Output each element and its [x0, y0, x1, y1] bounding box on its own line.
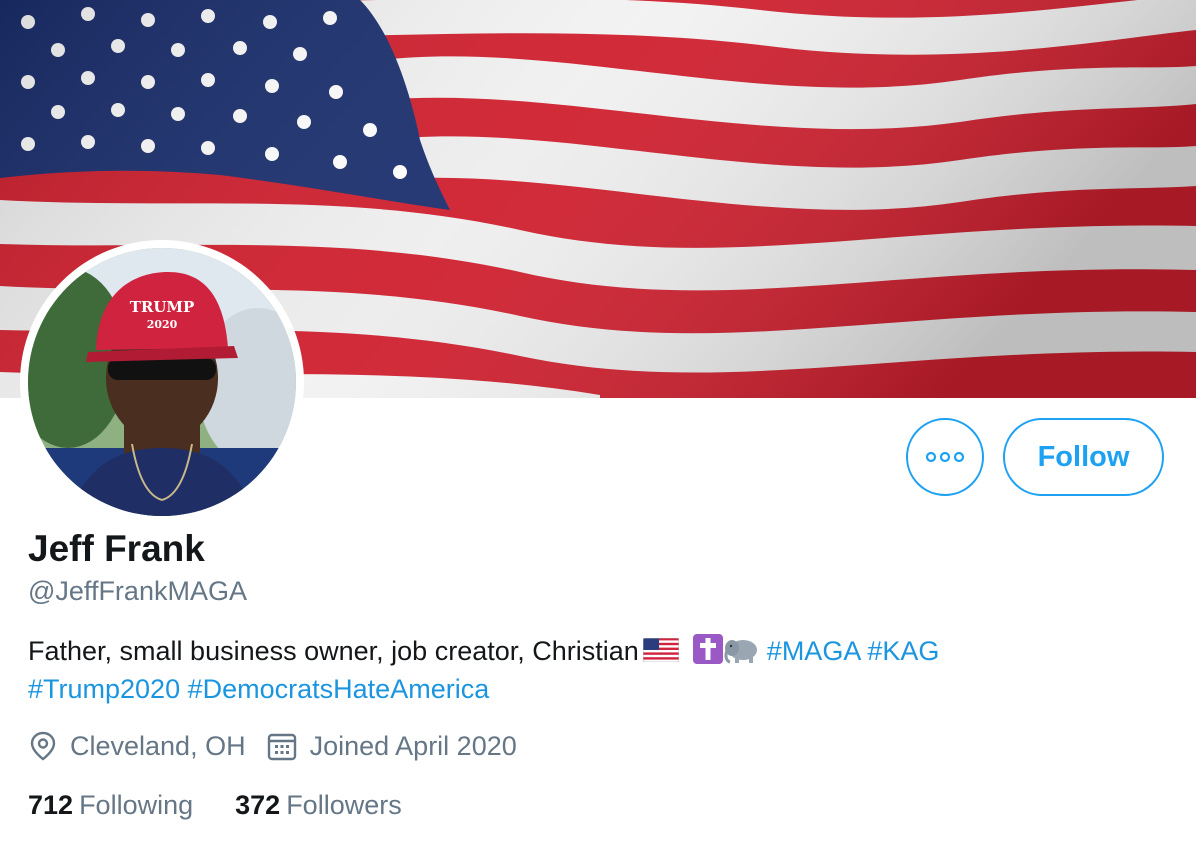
profile-avatar-frame[interactable]: TRUMP 2020 [20, 240, 304, 524]
hashtag-trump2020[interactable]: #Trump2020 [28, 674, 180, 704]
hashtag-democratshateamerica[interactable]: #DemocratsHateAmerica [188, 674, 490, 704]
following-label: Following [79, 790, 194, 820]
profile-handle: @JeffFrankMAGA [28, 576, 247, 606]
profile-stats: 712 Following 372 Followers [28, 790, 444, 821]
latin-cross-emoji-icon [692, 634, 723, 664]
avatar[interactable]: TRUMP 2020 [28, 248, 296, 516]
hashtag-kag[interactable]: #KAG [867, 636, 939, 666]
location-pin-icon [30, 731, 56, 761]
calendar-icon [267, 733, 296, 761]
hat-text-line1: TRUMP [130, 298, 195, 316]
more-horizontal-icon [925, 451, 965, 463]
profile-meta: Cleveland, OH Joined April 2020 [28, 730, 537, 762]
joined-item: Joined April 2020 [266, 730, 517, 762]
joined-text: Joined April 2020 [309, 730, 517, 761]
following-count: 712 [28, 790, 74, 820]
profile-name: Jeff Frank [28, 528, 205, 569]
more-options-button[interactable] [906, 418, 984, 496]
location-item: Cleveland, OH [28, 730, 246, 762]
profile-bio: Father, small business owner, job creato… [28, 632, 1128, 708]
avatar-photo: TRUMP 2020 [28, 248, 296, 516]
followers-link[interactable]: 372 Followers [235, 790, 402, 821]
location-text: Cleveland, OH [70, 730, 246, 761]
bio-text: Father, small business owner, job creato… [28, 636, 639, 666]
followers-count: 372 [235, 790, 281, 820]
follow-button-label: Follow [1037, 440, 1130, 473]
following-link[interactable]: 712 Following [28, 790, 193, 821]
hat-text-line2: 2020 [147, 318, 178, 331]
follow-button[interactable]: Follow [1003, 418, 1164, 496]
hashtag-maga[interactable]: #MAGA [767, 636, 860, 666]
us-flag-emoji-icon [642, 638, 679, 662]
elephant-emoji-icon [724, 640, 757, 664]
followers-label: Followers [286, 790, 402, 820]
